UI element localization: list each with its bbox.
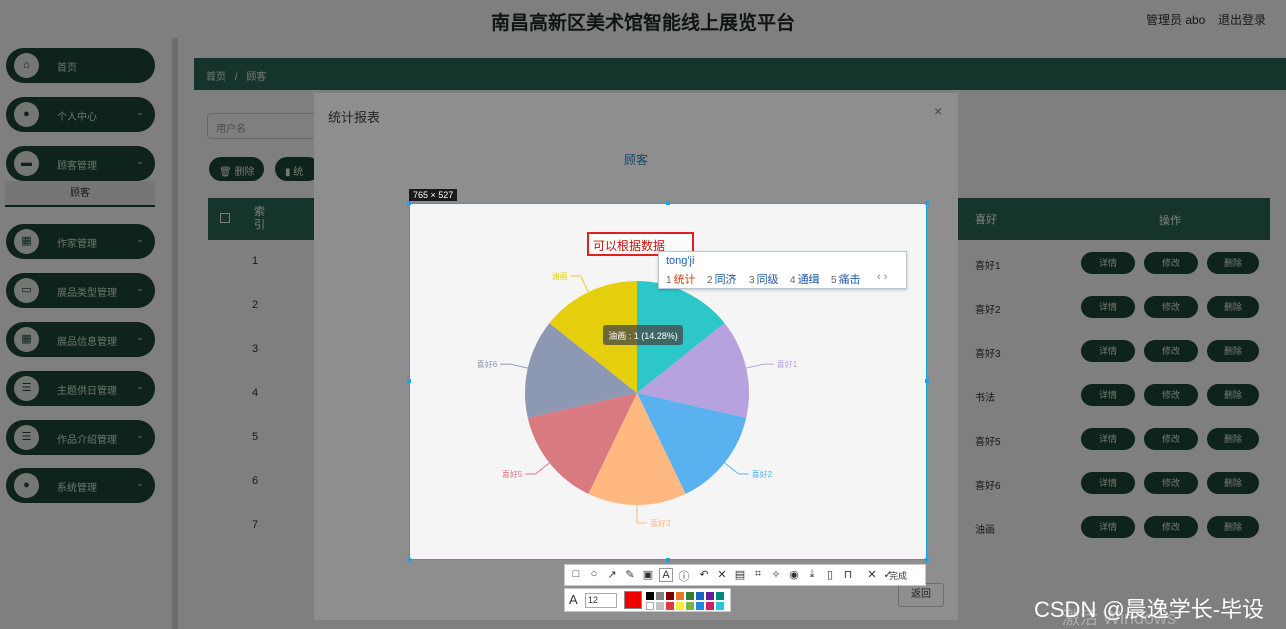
color-swatch[interactable] [696, 602, 704, 610]
resize-handle[interactable] [666, 201, 670, 205]
ime-candidate-text: 同级 [756, 274, 779, 286]
download-icon[interactable]: ⤓ [805, 568, 819, 581]
ime-candidate-text: 统计 [673, 274, 696, 286]
color-swatch[interactable] [656, 602, 664, 610]
dialog-title: 统计报表 [328, 110, 381, 125]
ime-candidate[interactable]: 3 同级 [749, 271, 779, 287]
phone-icon[interactable]: ▯ [823, 568, 837, 581]
ime-candidate-number: 2 [707, 275, 713, 286]
mosaic-icon[interactable]: ▣ [641, 568, 655, 581]
color-swatch[interactable] [656, 592, 664, 600]
bookmark-icon[interactable]: ⊓ [841, 568, 855, 581]
color-swatch[interactable] [716, 602, 724, 610]
text-tool-icon[interactable]: A [659, 568, 673, 582]
resize-handle[interactable] [925, 558, 929, 562]
resize-handle[interactable] [407, 201, 411, 205]
color-swatch[interactable] [666, 592, 674, 600]
arrow-icon[interactable]: ↗ [605, 568, 619, 581]
number-icon[interactable]: ⓘ [677, 568, 691, 584]
pie-label-line [724, 462, 749, 475]
color-swatch[interactable] [706, 602, 714, 610]
ime-candidate[interactable]: 4 通缉 [790, 271, 820, 287]
pie-slice-label: 喜好6 [477, 359, 498, 369]
color-swatch[interactable] [686, 602, 694, 610]
ime-candidate-number: 3 [749, 275, 755, 286]
back-button[interactable]: 返回 [898, 583, 944, 607]
pie-slice-label: 喜好2 [752, 469, 773, 479]
undo-icon[interactable]: ↶ [697, 568, 711, 581]
ime-candidate-number: 4 [790, 275, 796, 286]
chart-tooltip: 油画 : 1 (14.28%) [603, 325, 683, 345]
resize-handle[interactable] [407, 379, 411, 383]
color-swatch[interactable] [646, 602, 654, 610]
chart-tooltip-text: 油画 : 1 (14.28%) [608, 330, 678, 341]
ime-pinyin: tong'ji [666, 255, 695, 267]
ime-candidate[interactable]: 1 统计 [666, 271, 696, 287]
ime-candidate-text: 痛击 [838, 274, 861, 286]
pie-label-line [570, 275, 589, 293]
resize-handle[interactable] [666, 558, 670, 562]
record-icon[interactable]: ◉ [787, 568, 801, 581]
rectangle-icon[interactable]: □ [569, 568, 583, 580]
pie-slice-label: 油画 [552, 271, 568, 281]
pie-slice-label: 喜好5 [502, 469, 523, 479]
font-icon: A [569, 592, 578, 607]
ime-candidate-text: 同济 [714, 274, 737, 286]
pie-label-line [525, 462, 550, 475]
font-size-select[interactable]: 12 [585, 593, 617, 608]
ellipse-icon[interactable]: ○ [587, 568, 601, 580]
windows-activation-watermark: 激活 Windows [1062, 608, 1177, 628]
resize-handle[interactable] [925, 201, 929, 205]
chart-heading: 顾客 [623, 153, 648, 167]
pen-icon[interactable]: ✎ [623, 568, 637, 581]
color-swatch[interactable] [716, 592, 724, 600]
pin-icon[interactable]: ✧ [769, 568, 783, 581]
ime-candidate-window: tong'ji 1 统计 2 同济 3 同级 4 通缉 5 痛击 ‹ › [658, 251, 907, 289]
pie-label-line [500, 363, 528, 369]
color-swatch[interactable] [646, 592, 654, 600]
ime-candidate-number: 1 [666, 275, 672, 286]
capture-toolbar: □ ○ ↗ ✎ ▣ A ⓘ ↶ ✕ ▤ ⌗ ✧ ◉ ⤓ ▯ ⊓ ✕ ✓ 完成 [564, 564, 926, 586]
color-swatch[interactable] [706, 592, 714, 600]
ocr-icon[interactable]: ▤ [733, 568, 747, 581]
color-swatch[interactable] [696, 592, 704, 600]
text-style-toolbar: A 12 [564, 588, 731, 612]
color-swatch[interactable] [676, 592, 684, 600]
close-icon[interactable]: × [934, 103, 942, 119]
ime-candidate[interactable]: 5 痛击 [831, 271, 861, 287]
selection-size-label: 765 × 527 [409, 189, 458, 201]
pie-label-line [636, 505, 647, 524]
ime-candidate[interactable]: 2 同济 [707, 271, 737, 287]
color-swatch[interactable] [676, 602, 684, 610]
resize-handle[interactable] [925, 379, 929, 383]
pie-slice-label: 喜好3 [650, 518, 671, 528]
ime-page-nav[interactable]: ‹ › [877, 271, 887, 283]
ime-candidate-text: 通缉 [797, 274, 820, 286]
color-swatch[interactable] [666, 602, 674, 610]
eraser-icon[interactable]: ✕ [715, 568, 729, 581]
current-color-swatch[interactable] [624, 591, 642, 609]
pie-slice-label: 喜好1 [777, 359, 798, 369]
resize-handle[interactable] [407, 558, 411, 562]
color-swatch[interactable] [686, 592, 694, 600]
scan-icon[interactable]: ⌗ [751, 568, 765, 581]
done-button[interactable]: 完成 [889, 569, 907, 582]
cancel-icon[interactable]: ✕ [865, 568, 879, 581]
pie-label-line [746, 363, 774, 369]
ime-candidate-number: 5 [831, 275, 837, 286]
